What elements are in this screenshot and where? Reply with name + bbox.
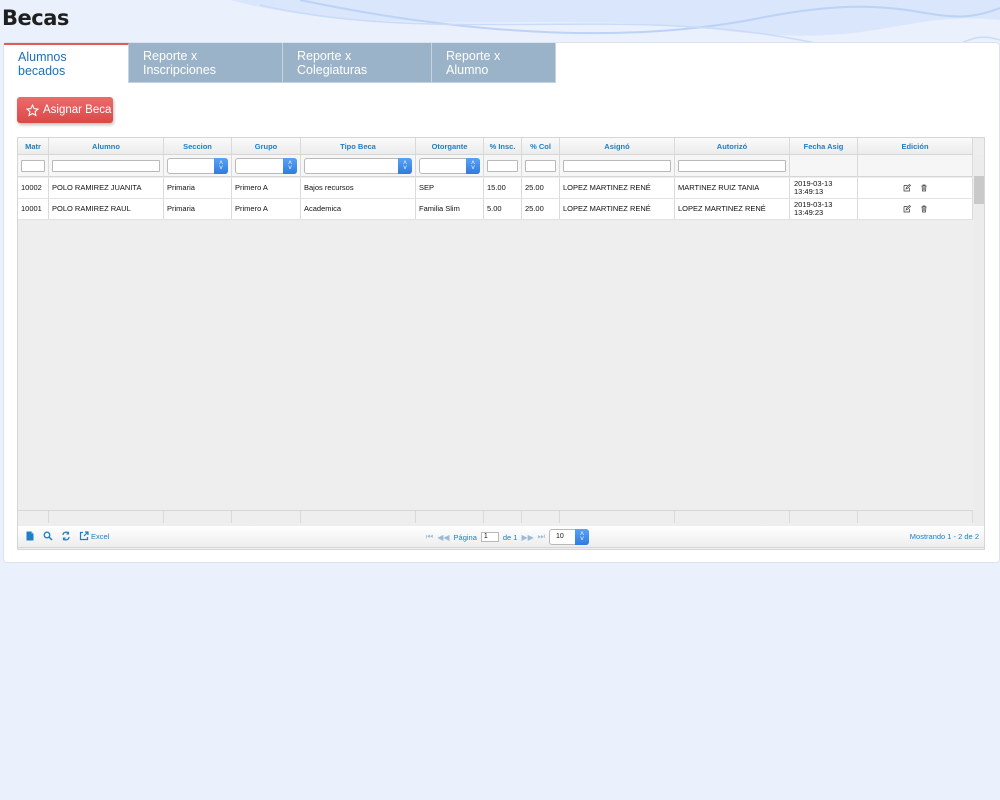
cell-matr: 10002 [18,178,49,198]
new-document-icon[interactable] [25,531,35,541]
trash-icon[interactable] [920,184,928,192]
trash-icon[interactable] [920,205,928,213]
tab-bar: Alumnos becados Reporte x Inscripciones … [4,43,556,83]
cell-col: 25.00 [522,199,560,219]
prev-page-icon[interactable]: ◀◀ [437,533,449,542]
assign-beca-button[interactable]: Asignar Beca [17,97,113,123]
filter-autorizo-input[interactable] [678,159,786,172]
filter-matr-input[interactable] [21,159,45,172]
cell-seccion: Primaria [164,178,232,198]
star-icon [26,103,39,117]
cell-otorgante: SEP [416,178,484,198]
tab-reporte-alumno[interactable]: Reporte x Alumno [432,43,556,83]
tab-alumnos-becados[interactable]: Alumnos becados [4,43,129,83]
grid-bottom-band [18,510,973,523]
rows-per-page-select[interactable]: 10 ˄ ˅ [549,529,589,545]
table-row[interactable]: 10002 POLO RAMIREZ JUANITA Primaria Prim… [18,178,973,199]
excel-export-label: Excel [91,531,110,541]
tab-reporte-colegiaturas[interactable]: Reporte x Colegiaturas [283,43,432,83]
records-summary: Mostrando 1 - 2 de 2 [909,532,979,541]
cell-tipo-beca: Bajos recursos [301,178,416,198]
tab-reporte-inscripciones[interactable]: Reporte x Inscripciones [129,43,283,83]
grid-filter-row: ˄ ˅ ˄ ˅ ˄ ˅ ˄ ˅ [18,155,973,177]
select-arrows-icon: ˄ ˅ [575,529,589,545]
cell-alumno: POLO RAMIREZ JUANITA [49,178,164,198]
col-header-grupo[interactable]: Grupo [232,138,301,154]
col-header-tipo-beca[interactable]: Tipo Beca [301,138,416,154]
col-header-fecha-asig[interactable]: Fecha Asig [790,138,858,154]
table-row[interactable]: 10001 POLO RAMIREZ RAUL Primaria Primero… [18,199,973,220]
col-header-otorgante[interactable]: Otorgante [416,138,484,154]
page-title: Becas [2,6,69,30]
cell-grupo: Primero A [232,178,301,198]
cell-asigno: LOPEZ MARTINEZ RENÉ [560,178,675,198]
cell-edicion [858,199,973,219]
filter-otorgante-select[interactable]: ˄ ˅ [419,157,480,174]
select-arrows-icon: ˄ ˅ [466,157,480,174]
cell-seccion: Primaria [164,199,232,219]
last-page-icon[interactable]: ⏭ [538,532,545,542]
cell-edicion [858,178,973,198]
assign-beca-label: Asignar Beca [43,104,112,116]
cell-grupo: Primero A [232,199,301,219]
col-header-col[interactable]: % Col [522,138,560,154]
page-of-label: de 1 [502,532,518,542]
filter-grupo-select[interactable]: ˄ ˅ [235,157,297,174]
col-header-autorizo[interactable]: Autorizó [675,138,790,154]
cell-insc: 5.00 [484,199,522,219]
cell-alumno: POLO RAMIREZ RAUL [49,199,164,219]
cell-insc: 15.00 [484,178,522,198]
excel-export-button[interactable]: Excel [79,531,109,541]
filter-asigno-input[interactable] [563,159,671,172]
grid-header: Matr Alumno Seccion Grupo Tipo Beca Otor… [18,138,973,155]
col-header-alumno[interactable]: Alumno [49,138,164,154]
rows-per-page-value: 10 [556,533,564,540]
cell-fecha-asig: 2019-03-13 13:49:23 [790,199,858,219]
next-page-icon[interactable]: ▶▶ [521,533,533,542]
page-number-input[interactable]: 1 [480,532,499,542]
page-label: Página [453,532,477,542]
filter-alumno-input[interactable] [52,159,160,172]
filter-seccion-select[interactable]: ˄ ˅ [167,157,228,174]
cell-asigno: LOPEZ MARTINEZ RENÉ [560,199,675,219]
search-icon[interactable] [43,531,53,541]
cell-matr: 10001 [18,199,49,219]
col-header-asigno[interactable]: Asignó [560,138,675,154]
col-header-insc[interactable]: % Insc. [484,138,522,154]
refresh-icon[interactable] [61,531,71,541]
select-arrows-icon: ˄ ˅ [283,157,297,174]
cell-autorizo: MARTINEZ RUIZ TANIA [675,178,790,198]
filter-insc-input[interactable] [487,159,518,172]
grid-scroll-thumb[interactable] [974,176,984,204]
filter-tipo-beca-select[interactable]: ˄ ˅ [304,157,412,174]
select-arrows-icon: ˄ ˅ [214,157,228,174]
edit-icon[interactable] [903,184,911,192]
filter-col-input[interactable] [525,159,556,172]
col-header-matr[interactable]: Matr [18,138,49,154]
cell-autorizo: LOPEZ MARTINEZ RENÉ [675,199,790,219]
select-arrows-icon: ˄ ˅ [398,157,412,174]
edit-icon[interactable] [903,205,911,213]
external-link-icon [79,531,89,541]
main-card: Alumnos becados Reporte x Inscripciones … [3,42,1000,563]
first-page-icon[interactable]: ⏮ [426,532,433,542]
cell-tipo-beca: Academica [301,199,416,219]
cell-col: 25.00 [522,178,560,198]
cell-otorgante: Familia Slim [416,199,484,219]
becas-grid: Matr Alumno Seccion Grupo Tipo Beca Otor… [17,137,985,550]
grid-pager: Excel ⏮ ◀◀ Página 1 de 1 ▶▶ ⏭ 10 ˄ ˅ Most… [17,526,985,548]
col-header-seccion[interactable]: Seccion [164,138,232,154]
col-header-edicion: Edición [858,138,973,154]
cell-fecha-asig: 2019-03-13 13:49:13 [790,178,858,198]
grid-scrollbar[interactable] [974,155,984,527]
